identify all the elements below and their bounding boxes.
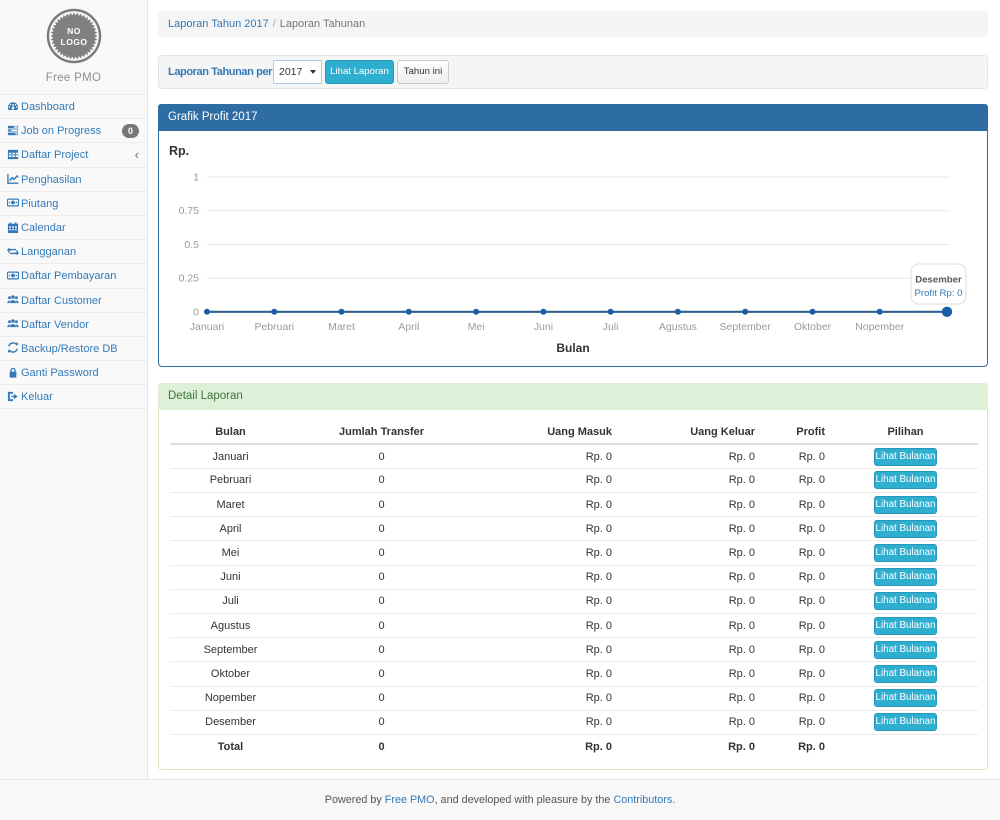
svg-text:Agustus: Agustus bbox=[659, 321, 697, 333]
svg-text:NO: NO bbox=[67, 26, 81, 36]
svg-text:Januari: Januari bbox=[190, 321, 224, 333]
svg-text:Juni: Juni bbox=[534, 321, 553, 333]
svg-text:Juli: Juli bbox=[603, 321, 619, 333]
svg-text:April: April bbox=[398, 321, 419, 333]
svg-text:Oktober: Oktober bbox=[794, 321, 832, 333]
svg-text:Profit Rp: 0: Profit Rp: 0 bbox=[915, 288, 963, 299]
svg-text:0.75: 0.75 bbox=[179, 205, 200, 217]
svg-text:Mei: Mei bbox=[468, 321, 485, 333]
svg-text:Maret: Maret bbox=[328, 321, 355, 333]
svg-text:Rp.: Rp. bbox=[169, 144, 189, 158]
svg-text:Bulan: Bulan bbox=[556, 341, 589, 355]
svg-text:Pebruari: Pebruari bbox=[254, 321, 294, 333]
svg-text:0.5: 0.5 bbox=[184, 239, 199, 251]
svg-text:1: 1 bbox=[193, 172, 199, 184]
svg-text:0.25: 0.25 bbox=[179, 273, 200, 285]
svg-text:Desember: Desember bbox=[915, 275, 962, 286]
svg-text:September: September bbox=[720, 321, 772, 333]
svg-text:0: 0 bbox=[193, 306, 199, 318]
svg-text:LOGO: LOGO bbox=[60, 37, 87, 47]
svg-text:Nopember: Nopember bbox=[855, 321, 905, 333]
